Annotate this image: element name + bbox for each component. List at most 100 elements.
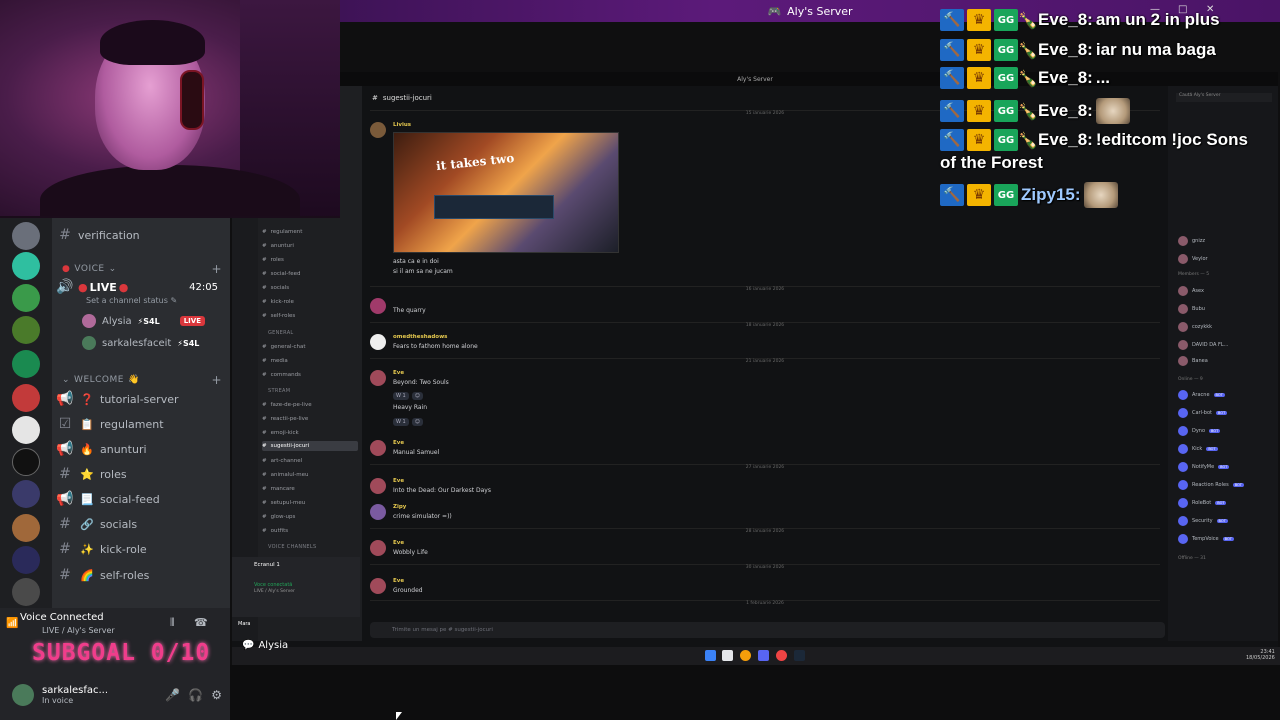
inner-channel-item[interactable]: # social-feed [262, 269, 358, 279]
channel-item[interactable]: 📢 ❓ tutorial-server [52, 388, 230, 410]
channel-item[interactable]: # ⭐ roles [52, 463, 230, 485]
inner-channel-item[interactable]: # animalul-meu [262, 470, 358, 480]
disconnect-icon[interactable]: ☎ [194, 616, 208, 629]
inner-self-user[interactable]: Mara [238, 621, 251, 627]
member-item[interactable]: Security BOT [1178, 516, 1228, 526]
message-author[interactable]: omedtheshadows [393, 334, 447, 340]
search-input[interactable]: Caută Aly's Server [1176, 93, 1272, 102]
message-composer[interactable]: Trimite un mesaj pe # sugestii-jocuri [370, 622, 1165, 638]
message-author[interactable]: Eve [393, 578, 404, 584]
inner-channel-item[interactable]: # faze-de-pe-live [262, 400, 358, 410]
gear-icon[interactable]: ⚙ [211, 688, 222, 702]
chat-message[interactable]: si il am sa ne jucam [368, 268, 1148, 286]
voice-user[interactable]: Alysia ⚡S4L LIVE [82, 314, 205, 328]
message-author[interactable]: Livius [393, 122, 411, 128]
avatar[interactable] [370, 298, 386, 314]
server-icon[interactable] [12, 316, 40, 344]
inner-channel-item[interactable]: # glow-ups [262, 512, 358, 522]
steam-icon[interactable] [794, 650, 805, 661]
avatar[interactable] [370, 478, 386, 494]
signal-icon[interactable]: 📶 [6, 618, 18, 629]
inner-channel-item[interactable]: # roles [262, 255, 358, 265]
member-item[interactable]: Asex [1178, 286, 1204, 296]
member-item[interactable]: Dyno BOT [1178, 426, 1221, 436]
channel-item[interactable]: # 🔗 socials [52, 513, 230, 535]
avatar[interactable] [12, 684, 34, 706]
headset-icon[interactable]: 🎧 [188, 688, 203, 702]
voice-user[interactable]: sarkalesfaceit ⚡S4L [82, 336, 199, 350]
member-item[interactable]: RoleBot BOT [1178, 498, 1227, 508]
channel-item[interactable]: 📢 📃 social-feed [52, 488, 230, 510]
reactions[interactable]: W 1 ☺ [393, 418, 423, 426]
chat-message[interactable]: The quarry [368, 298, 1148, 316]
chat-message[interactable]: omedtheshadows Fears to fathom home alone [368, 334, 1148, 352]
set-status[interactable]: Set a channel status ✎ [86, 296, 177, 305]
obs-icon[interactable] [776, 650, 787, 661]
inner-channel-item[interactable]: # outfits [262, 526, 358, 536]
inner-channel-item[interactable]: # reactii-pe-live [262, 414, 358, 424]
member-item[interactable]: DAVID DA FL... [1178, 340, 1228, 350]
add-channel-icon[interactable]: + [211, 373, 222, 387]
inner-channel-item[interactable]: # general-chat [262, 342, 358, 352]
message-author[interactable]: Eve [393, 440, 404, 446]
server-icon[interactable] [12, 284, 40, 312]
inner-channel-item[interactable]: # self-roles [262, 311, 358, 321]
chat-message[interactable]: Eve Into the Dead: Our Darkest Days [368, 478, 1148, 496]
server-icon[interactable] [12, 514, 40, 542]
inner-channel-item[interactable]: # media [262, 356, 358, 366]
member-item[interactable]: Reaction Roles BOT [1178, 480, 1244, 490]
avatar[interactable] [370, 540, 386, 556]
message-author[interactable]: Eve [393, 370, 404, 376]
inner-channel-item[interactable]: # sugestii-jocuri [262, 441, 358, 451]
member-item[interactable]: Banea [1178, 356, 1208, 366]
channel-item[interactable]: # 🌈 self-roles [52, 564, 230, 586]
server-icon[interactable] [12, 222, 40, 250]
channel-item[interactable]: ☑ 📋 regulament [52, 413, 230, 435]
chat-message[interactable]: Eve Manual Samuel [368, 440, 1148, 458]
inner-channel-item[interactable]: # art-channel [262, 456, 358, 466]
inner-channel-item[interactable]: # commands [262, 370, 358, 380]
avatar[interactable] [370, 440, 386, 456]
message-author[interactable]: Eve [393, 540, 404, 546]
avatar[interactable] [370, 122, 386, 138]
server-icon[interactable] [12, 252, 40, 280]
add-reaction-icon[interactable]: ☺ [411, 418, 423, 426]
start-icon[interactable] [705, 650, 716, 661]
inner-category[interactable]: STREAM [268, 388, 290, 394]
soundboard-icon[interactable]: ⫴ [170, 616, 175, 630]
member-item[interactable]: Veylor [1178, 254, 1208, 264]
voice-channel-live[interactable]: 🔊 ● LIVE ● 42:05 [52, 276, 230, 298]
channel-item[interactable]: # ✨ kick-role [52, 538, 230, 560]
server-icon[interactable] [12, 480, 40, 508]
member-item[interactable]: TempVoice BOT [1178, 534, 1234, 544]
reactions[interactable]: W 1 ☺ [393, 392, 423, 400]
member-item[interactable]: cozykkk [1178, 322, 1212, 332]
reaction[interactable]: W 1 [393, 392, 409, 400]
member-item[interactable]: Aracne BOT [1178, 390, 1225, 400]
inner-channel-item[interactable]: # mancare [262, 484, 358, 494]
add-channel-icon[interactable]: + [211, 262, 222, 276]
member-item[interactable]: Kick BOT [1178, 444, 1218, 454]
chat-message[interactable]: Eve Grounded [368, 578, 1148, 596]
channel-item[interactable]: 📢 🔥 anunturi [52, 438, 230, 460]
mic-icon[interactable]: 🎤 [165, 688, 180, 702]
message-author[interactable]: Eve [393, 478, 404, 484]
server-icon[interactable] [12, 578, 40, 606]
chat-message[interactable]: Eve Beyond: Two Souls [368, 370, 1148, 388]
inner-channel-item[interactable]: # emoji-kick [262, 428, 358, 438]
inner-category[interactable]: GENERAL [268, 330, 294, 336]
message-author[interactable]: Zipy [393, 504, 406, 510]
member-item[interactable]: gnizz [1178, 236, 1205, 246]
inner-channel-item[interactable]: # anunturi [262, 241, 358, 251]
add-reaction-icon[interactable]: ☺ [411, 392, 423, 400]
discord-icon[interactable] [758, 650, 769, 661]
avatar[interactable] [370, 504, 386, 520]
avatar[interactable] [370, 334, 386, 350]
inner-channel-item[interactable]: # regulament [262, 227, 358, 237]
taskview-icon[interactable] [722, 650, 733, 661]
inner-category[interactable]: VOICE CHANNELS [268, 544, 316, 550]
chrome-icon[interactable] [740, 650, 751, 661]
inner-channel-item[interactable]: # socials [262, 283, 358, 293]
server-icon[interactable] [12, 416, 40, 444]
game-screenshot[interactable]: it takes two [393, 132, 619, 253]
